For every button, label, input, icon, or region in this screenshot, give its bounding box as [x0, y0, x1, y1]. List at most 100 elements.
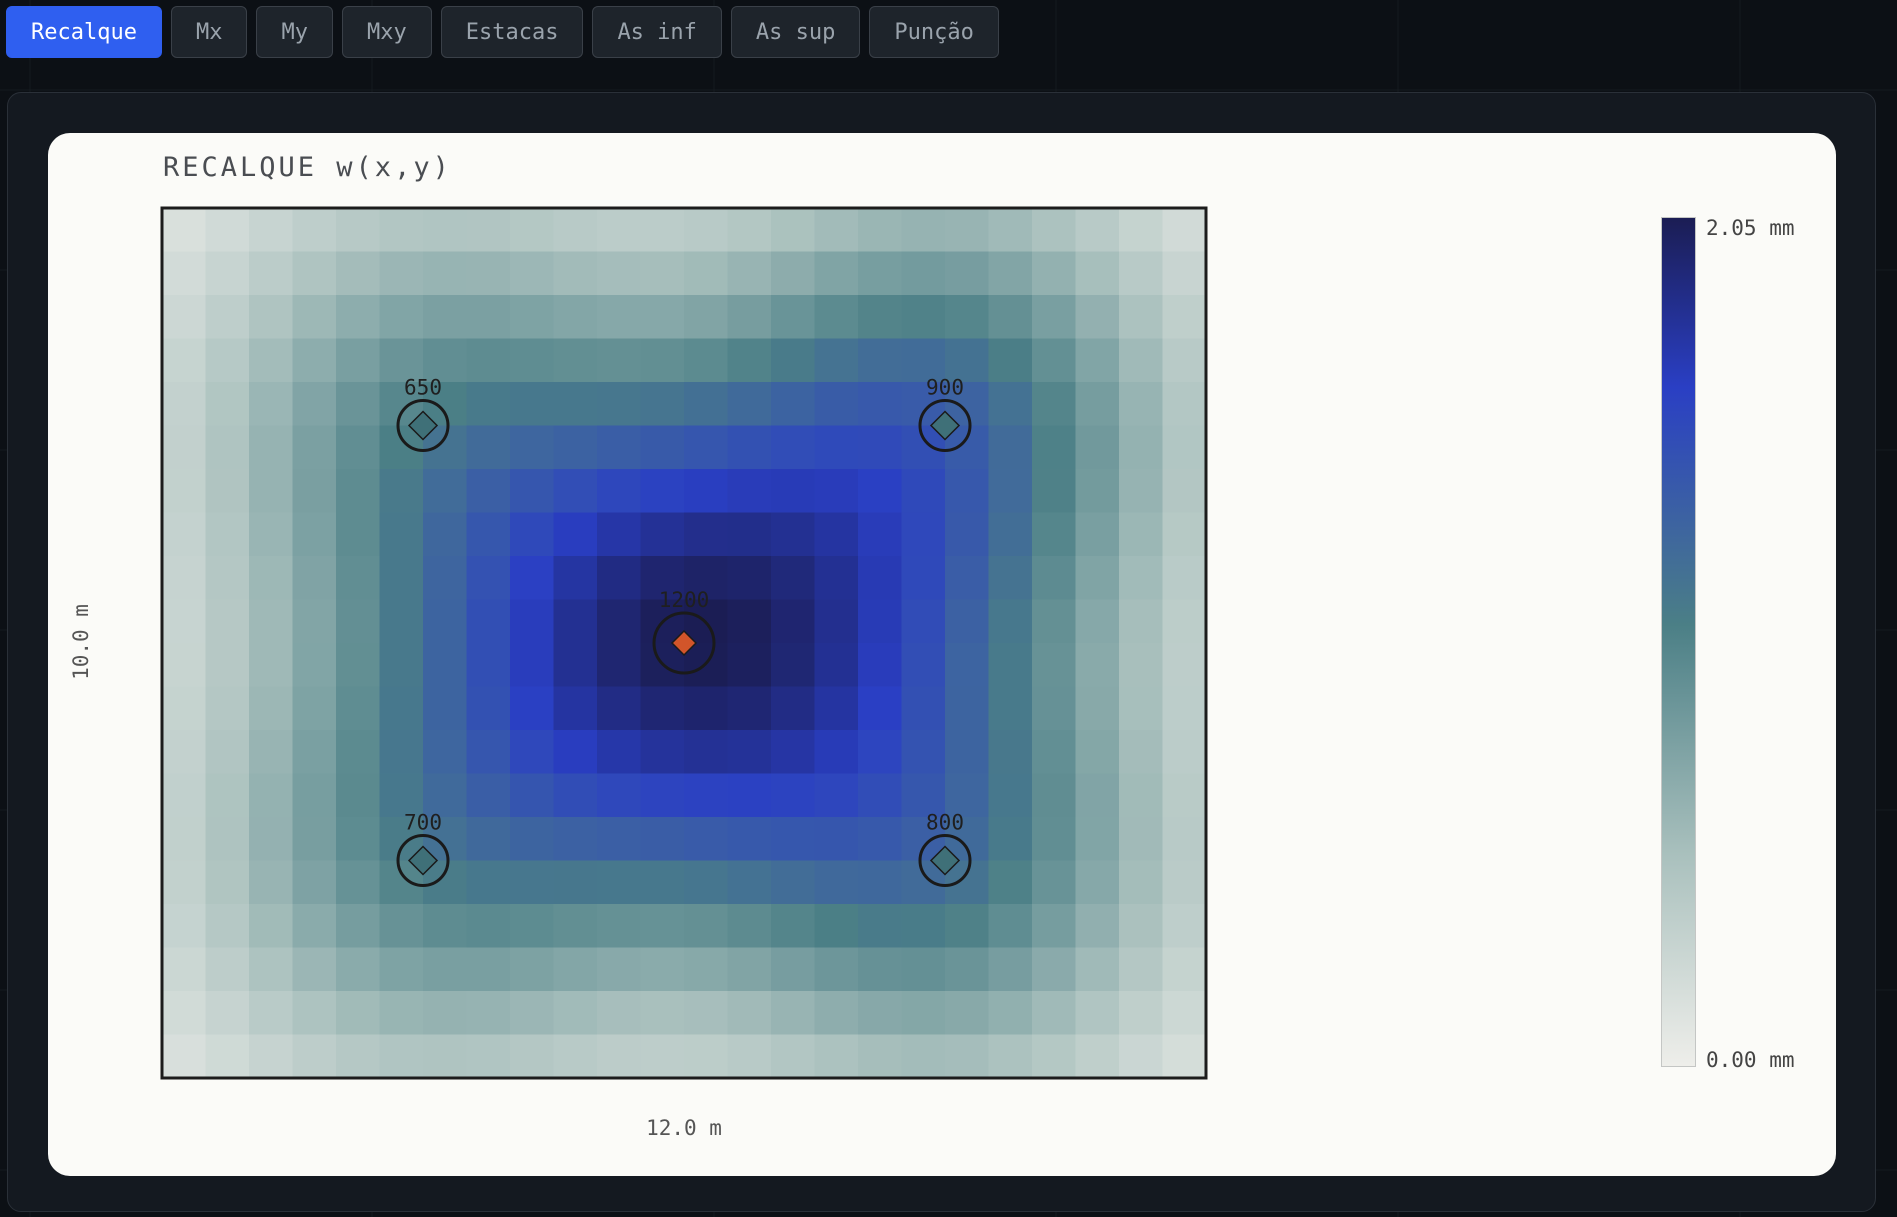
heatmap-cell	[336, 817, 381, 862]
heatmap-cell	[1119, 643, 1164, 688]
heatmap-cell	[858, 686, 903, 731]
heatmap-cell	[249, 817, 294, 862]
heatmap-cell	[858, 295, 903, 340]
heatmap-cell	[858, 860, 903, 905]
heatmap-cell	[162, 208, 207, 253]
heatmap-cell	[466, 425, 511, 470]
heatmap-cell	[423, 730, 468, 775]
heatmap-cell	[292, 860, 337, 905]
heatmap-cell	[814, 599, 859, 644]
heatmap-cell	[640, 730, 685, 775]
heatmap-cell	[466, 469, 511, 514]
heatmap-cell	[336, 643, 381, 688]
heatmap-cell	[1119, 469, 1164, 514]
heatmap-cell	[292, 643, 337, 688]
heatmap-cell	[510, 512, 555, 557]
heatmap-cell	[1032, 469, 1077, 514]
heatmap-cell	[858, 991, 903, 1036]
heatmap-cell	[510, 425, 555, 470]
heatmap-cell	[727, 512, 772, 557]
heatmap-cell	[205, 338, 250, 383]
heatmap-cell	[988, 599, 1033, 644]
heatmap-cell	[162, 860, 207, 905]
heatmap-cell	[466, 817, 511, 862]
heatmap-cell	[423, 469, 468, 514]
heatmap-cell	[988, 295, 1033, 340]
heatmap-cell	[466, 643, 511, 688]
tab-estacas[interactable]: Estacas	[440, 6, 584, 58]
pile-label: 900	[926, 376, 964, 400]
heatmap-cell	[249, 382, 294, 427]
heatmap-cell	[510, 208, 555, 253]
heatmap-cell	[597, 991, 642, 1036]
heatmap-cell	[858, 1034, 903, 1079]
heatmap-cell	[1119, 947, 1164, 992]
heatmap-cell	[814, 817, 859, 862]
heatmap-cell	[466, 512, 511, 557]
heatmap-cell	[771, 512, 816, 557]
heatmap-cell	[466, 947, 511, 992]
heatmap-cell	[249, 730, 294, 775]
heatmap-cell	[1119, 251, 1164, 296]
heatmap-cell	[379, 512, 424, 557]
heatmap-cell	[1075, 773, 1120, 818]
heatmap-cell	[292, 338, 337, 383]
heatmap-cell	[814, 730, 859, 775]
heatmap-cell	[684, 991, 729, 1036]
heatmap-cell	[292, 512, 337, 557]
heatmap-cell	[640, 469, 685, 514]
heatmap-cell	[205, 817, 250, 862]
heatmap-cell	[1032, 947, 1077, 992]
tab-as-inf[interactable]: As inf	[592, 6, 722, 58]
heatmap-cell	[336, 904, 381, 949]
heatmap-cell	[249, 469, 294, 514]
heatmap-cell	[336, 773, 381, 818]
heatmap-cell	[684, 208, 729, 253]
heatmap-cell	[727, 860, 772, 905]
heatmap-cell	[1075, 817, 1120, 862]
x-axis-label: 12.0 m	[646, 1116, 722, 1140]
heatmap-cell	[379, 730, 424, 775]
heatmap-cell	[727, 425, 772, 470]
heatmap-cell	[1162, 512, 1207, 557]
heatmap-cell	[510, 599, 555, 644]
heatmap-cell	[423, 251, 468, 296]
heatmap-cell	[727, 991, 772, 1036]
heatmap-cell	[814, 382, 859, 427]
tab-my[interactable]: My	[256, 6, 333, 58]
heatmap-cell	[510, 469, 555, 514]
tab-mx[interactable]: Mx	[170, 6, 248, 58]
heatmap-cell	[988, 904, 1033, 949]
heatmap-cell	[205, 599, 250, 644]
heatmap-cell	[814, 643, 859, 688]
heatmap-cell	[1075, 208, 1120, 253]
heatmap-cell	[553, 686, 598, 731]
heatmap-cell	[640, 251, 685, 296]
heatmap-cell	[988, 512, 1033, 557]
heatmap-cell	[162, 991, 207, 1036]
tab-puncao[interactable]: Punção	[869, 6, 999, 58]
heatmap-cell	[771, 208, 816, 253]
heatmap-cell	[510, 860, 555, 905]
heatmap-cell	[379, 991, 424, 1036]
heatmap-cell	[727, 599, 772, 644]
heatmap-cell	[379, 251, 424, 296]
heatmap-cell	[205, 730, 250, 775]
heatmap-cell	[423, 1034, 468, 1079]
heatmap-cell	[901, 904, 946, 949]
heatmap-cell	[1119, 556, 1164, 601]
heatmap-cell	[901, 208, 946, 253]
heatmap-cell	[814, 425, 859, 470]
heatmap-cell	[162, 425, 207, 470]
heatmap-cell	[640, 338, 685, 383]
heatmap-cell	[510, 382, 555, 427]
heatmap-cell	[466, 382, 511, 427]
heatmap-cell	[727, 208, 772, 253]
heatmap-cell	[205, 643, 250, 688]
tab-mxy[interactable]: Mxy	[341, 6, 432, 58]
heatmap-cell	[597, 686, 642, 731]
heatmap-cell	[553, 469, 598, 514]
tab-recalque[interactable]: Recalque	[6, 6, 162, 58]
tab-as-sup[interactable]: As sup	[730, 6, 861, 58]
heatmap-cell	[727, 686, 772, 731]
